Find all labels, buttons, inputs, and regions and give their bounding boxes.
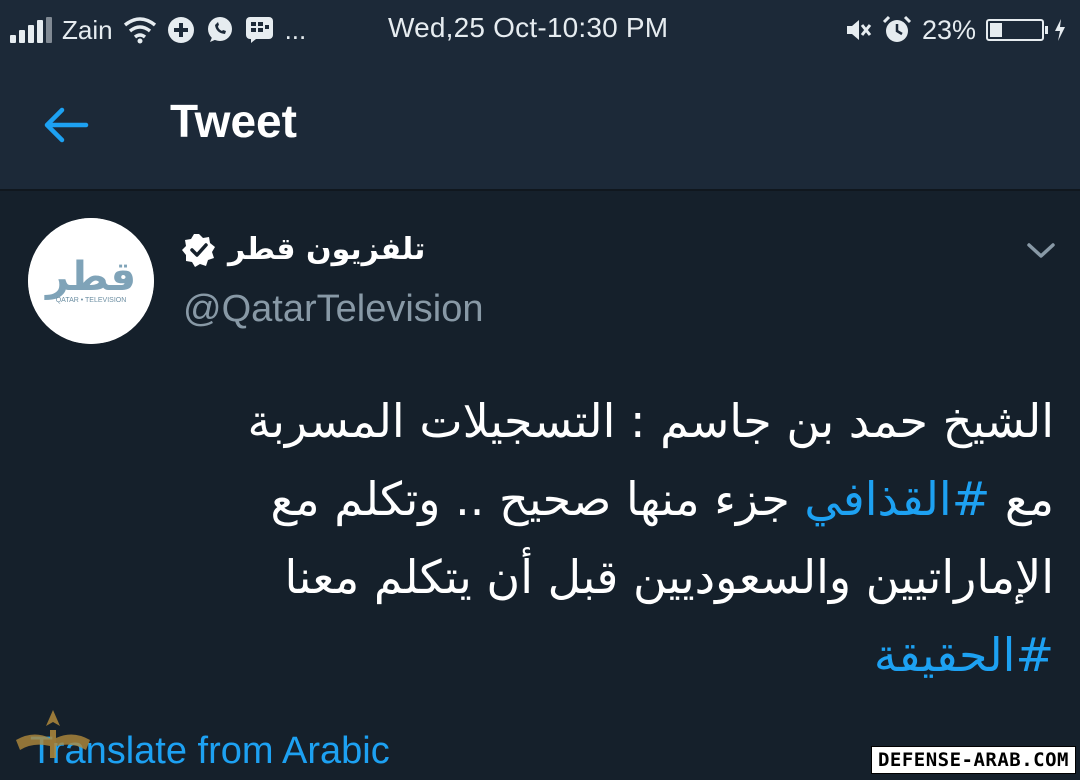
battery-icon bbox=[986, 19, 1048, 41]
battery-percent: 23% bbox=[921, 14, 976, 45]
tweet-screen: Zain ... Wed,25 Oct-10:30 PM 23% Tweet ق… bbox=[0, 0, 1080, 780]
whatsapp-icon bbox=[205, 15, 235, 45]
overflow-indicator: ... bbox=[284, 14, 307, 45]
mute-icon bbox=[844, 16, 872, 44]
tweet-text: الشيخ حمد بن جاسم : التسجيلات المسربة مع… bbox=[24, 382, 1054, 694]
avatar[interactable]: قطر QATAR • TELEVISION bbox=[28, 218, 154, 344]
status-bar-left: Zain ... bbox=[10, 12, 306, 48]
avatar-logo-subtext: QATAR • TELEVISION bbox=[56, 297, 127, 304]
alarm-icon bbox=[882, 15, 912, 45]
tweet-line-text: مع bbox=[990, 472, 1054, 526]
charging-icon bbox=[1054, 18, 1066, 42]
arrow-left-icon bbox=[44, 107, 89, 143]
tweet-line: الإماراتيين والسعوديين قبل أن يتكلم معنا bbox=[24, 538, 1054, 616]
qatar-tv-logo: قطر QATAR • TELEVISION bbox=[28, 218, 154, 344]
author-name: تلفزيون قطر bbox=[228, 232, 426, 267]
tweet-line: #الحقيقة bbox=[24, 616, 1054, 694]
battery-level bbox=[990, 23, 1002, 37]
wifi-icon bbox=[123, 16, 157, 44]
status-datetime: Wed,25 Oct-10:30 PM bbox=[388, 12, 669, 43]
watermark: DEFENSE-ARAB.COM bbox=[870, 746, 1076, 774]
bbm-icon bbox=[245, 16, 275, 44]
signal-icon bbox=[10, 17, 52, 43]
carrier-name: Zain bbox=[62, 14, 113, 45]
app-header: Tweet bbox=[0, 62, 1080, 191]
tweet-line-text: الشيخ حمد بن جاسم : التسجيلات المسربة bbox=[247, 394, 1054, 448]
author-handle[interactable]: @QatarTelevision bbox=[183, 288, 483, 331]
plus-app-icon bbox=[167, 16, 195, 44]
watermark-emblem-icon bbox=[8, 700, 98, 780]
tweet-line-text: الإماراتيين والسعوديين قبل أن يتكلم معنا bbox=[284, 550, 1054, 604]
verified-badge-icon bbox=[182, 233, 215, 267]
back-button[interactable] bbox=[38, 100, 94, 150]
tweet-line-text: جزء منها صحيح .. وتكلم مع bbox=[270, 472, 805, 526]
page-title: Tweet bbox=[170, 95, 297, 147]
tweet-menu-button[interactable] bbox=[1024, 238, 1058, 264]
hashtag-link[interactable]: #القذافي bbox=[804, 472, 990, 526]
author-name-row[interactable]: تلفزيون قطر bbox=[182, 232, 425, 267]
status-bar-right: 23% bbox=[844, 12, 1066, 48]
tweet-line: مع #القذافي جزء منها صحيح .. وتكلم مع bbox=[24, 460, 1055, 538]
hashtag-link[interactable]: #الحقيقة bbox=[874, 628, 1054, 682]
avatar-logo-text: قطر bbox=[44, 254, 136, 300]
tweet-line: الشيخ حمد بن جاسم : التسجيلات المسربة bbox=[24, 382, 1054, 460]
status-bar: Zain ... Wed,25 Oct-10:30 PM 23% bbox=[0, 0, 1080, 62]
chevron-down-icon bbox=[1027, 243, 1055, 258]
